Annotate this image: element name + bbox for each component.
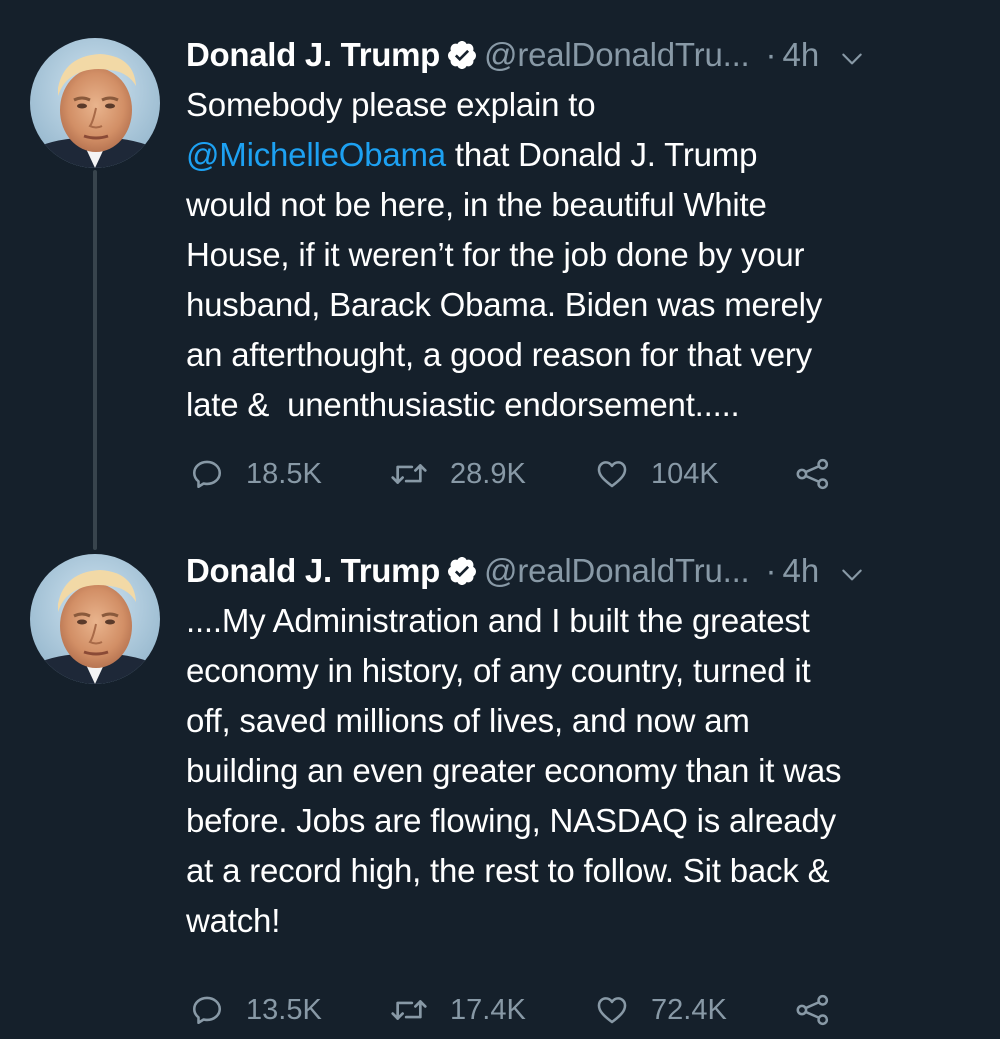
verified-icon: [446, 39, 478, 71]
share-button[interactable]: [795, 457, 845, 491]
tweet-text-part: Somebody please explain to: [186, 86, 596, 123]
reply-button[interactable]: 18.5K: [190, 457, 390, 491]
chevron-down-icon[interactable]: [839, 558, 865, 584]
tweet-text: Somebody please explain to @MichelleObam…: [186, 80, 986, 430]
thread-connector-line: [93, 170, 97, 550]
tweet-header: Donald J. Trump @realDonaldTru... · 4h: [186, 30, 986, 80]
like-icon: [597, 997, 627, 1024]
verified-icon: [446, 555, 478, 587]
retweet-count: 28.9K: [450, 457, 526, 490]
share-button[interactable]: [795, 993, 845, 1027]
mention-link[interactable]: @MichelleObama: [186, 136, 446, 173]
like-count: 104K: [651, 457, 719, 490]
avatar[interactable]: [30, 554, 160, 684]
tweet-text-part: that Donald J. Trump would not be here, …: [186, 136, 823, 423]
reply-count: 13.5K: [246, 993, 322, 1026]
timestamp[interactable]: 4h: [783, 36, 820, 74]
author-name[interactable]: Donald J. Trump: [186, 552, 440, 590]
retweet-icon: [391, 464, 427, 484]
like-icon: [597, 461, 627, 488]
avatar[interactable]: [30, 38, 160, 168]
author-handle[interactable]: @realDonaldTru...: [484, 552, 750, 590]
retweet-icon: [391, 1000, 427, 1020]
like-button[interactable]: 104K: [595, 457, 795, 491]
retweet-button[interactable]: 17.4K: [390, 993, 595, 1027]
author-handle[interactable]: @realDonaldTru...: [484, 36, 750, 74]
tweet-actions: 13.5K 17.4K 72.4K: [190, 990, 845, 1030]
reply-icon: [192, 460, 222, 489]
timestamp[interactable]: 4h: [783, 552, 820, 590]
like-count: 72.4K: [651, 993, 727, 1026]
reply-button[interactable]: 13.5K: [190, 993, 390, 1027]
tweet-header: Donald J. Trump @realDonaldTru... · 4h: [186, 546, 986, 596]
share-icon: [796, 994, 829, 1026]
reply-icon: [192, 996, 222, 1025]
reply-count: 18.5K: [246, 457, 322, 490]
retweet-button[interactable]: 28.9K: [390, 457, 595, 491]
tweet-actions: 18.5K 28.9K 104K: [190, 454, 845, 494]
like-button[interactable]: 72.4K: [595, 993, 795, 1027]
separator-dot: ·: [765, 36, 777, 73]
separator-dot: ·: [765, 552, 777, 589]
share-icon: [796, 458, 829, 490]
chevron-down-icon[interactable]: [839, 42, 865, 68]
retweet-count: 17.4K: [450, 993, 526, 1026]
tweet-text: ....My Administration and I built the gr…: [186, 602, 842, 939]
author-name[interactable]: Donald J. Trump: [186, 36, 440, 74]
